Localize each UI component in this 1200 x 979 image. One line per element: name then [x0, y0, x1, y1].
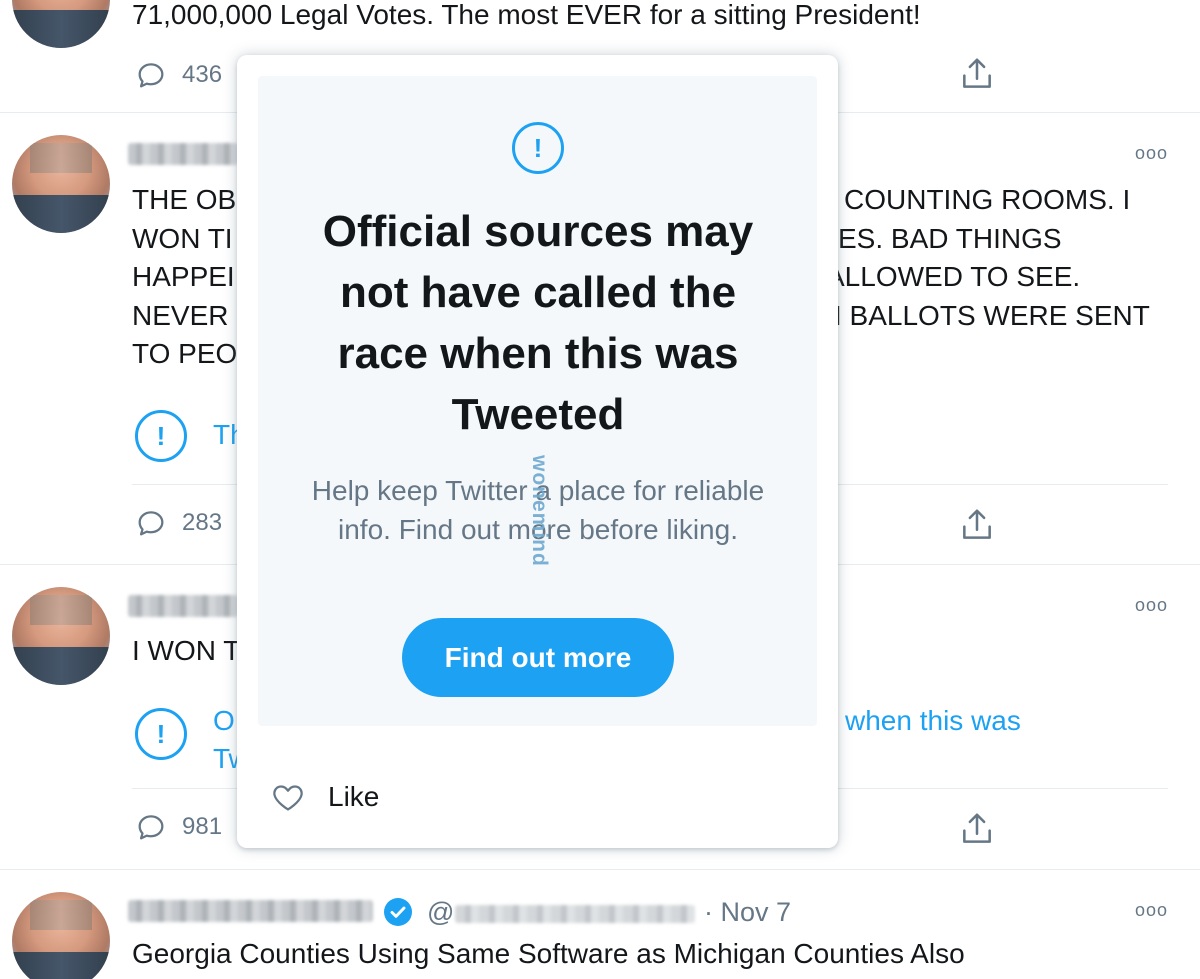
tweet-text: Georgia Counties Using Same Software as …: [132, 938, 965, 969]
exclamation-icon: !: [512, 122, 564, 174]
more-options-icon[interactable]: ooo: [1135, 900, 1168, 921]
author-name[interactable]: [128, 595, 238, 617]
heart-icon: [273, 785, 303, 811]
handle-prefix: @: [427, 897, 455, 927]
text-line: I BALLOTS WERE SENT: [834, 299, 1150, 331]
like-warning-popup[interactable]: ! Official sources may not have called t…: [237, 55, 838, 848]
warning-icon: !: [135, 708, 187, 760]
author-name[interactable]: [128, 900, 373, 922]
tweet-4[interactable]: @ · Nov 7 ooo Georgia Counties Using Sam…: [0, 870, 1200, 979]
reply-count: 436: [182, 61, 223, 88]
heading-line: race when this was: [337, 329, 739, 378]
like-button[interactable]: Like: [270, 779, 379, 815]
popup-heading: Official sources may not have called the…: [278, 201, 798, 445]
author-handle[interactable]: [455, 905, 695, 923]
heading-line: not have called the: [339, 268, 737, 317]
reply-action[interactable]: 981: [134, 810, 222, 844]
reply-icon: [138, 63, 164, 88]
avatar[interactable]: [12, 0, 110, 48]
reply-count: 981: [182, 813, 223, 840]
text-line: ALLOWED TO SEE.: [826, 261, 1081, 292]
text-line: WON TI: [132, 222, 233, 254]
text-line: HAPPEI: [132, 261, 235, 292]
tweet-text: 71,000,000 Legal Votes. The most EVER fo…: [132, 0, 921, 30]
reply-icon: [138, 511, 164, 536]
share-icon[interactable]: [958, 810, 996, 848]
election-warning-link-right[interactable]: when this was: [845, 702, 1021, 740]
more-options-icon[interactable]: ooo: [1135, 595, 1168, 616]
author-name[interactable]: [128, 143, 238, 165]
text-line: COUNTING ROOMS. I: [844, 184, 1131, 215]
more-options-icon[interactable]: ooo: [1135, 143, 1168, 164]
reply-action[interactable]: 436: [134, 58, 222, 92]
watermark: wonemind: [528, 455, 551, 567]
share-icon[interactable]: [958, 55, 996, 93]
reply-action[interactable]: 283: [134, 506, 222, 540]
reply-count: 283: [182, 509, 223, 536]
text-line: TO PEO: [132, 338, 238, 369]
like-label: Like: [328, 781, 380, 812]
avatar[interactable]: [12, 892, 110, 979]
text-line: NEVER: [132, 299, 229, 331]
tweet-text: I WON T: [132, 635, 241, 666]
verified-badge-icon: [384, 898, 412, 926]
warning-icon: !: [135, 410, 187, 462]
text-line: ES. BAD THINGS: [838, 222, 1062, 254]
share-icon[interactable]: [958, 506, 996, 544]
avatar[interactable]: [12, 587, 110, 685]
heading-line: Official sources may: [322, 207, 754, 256]
tweet-text: THE OB WON TI HAPPEI NEVER TO PEO: [132, 181, 237, 374]
text-line: THE OB: [132, 184, 237, 215]
tweet-text-right: COUNTING ROOMS. I ES. BAD THINGS ALLOWED…: [826, 181, 1150, 335]
timeline: 71,000,000 Legal Votes. The most EVER fo…: [0, 0, 1200, 979]
heading-line: Tweeted: [451, 390, 625, 439]
reply-icon: [138, 815, 164, 840]
tweet-timestamp[interactable]: · Nov 7: [704, 897, 791, 928]
avatar[interactable]: [12, 135, 110, 233]
